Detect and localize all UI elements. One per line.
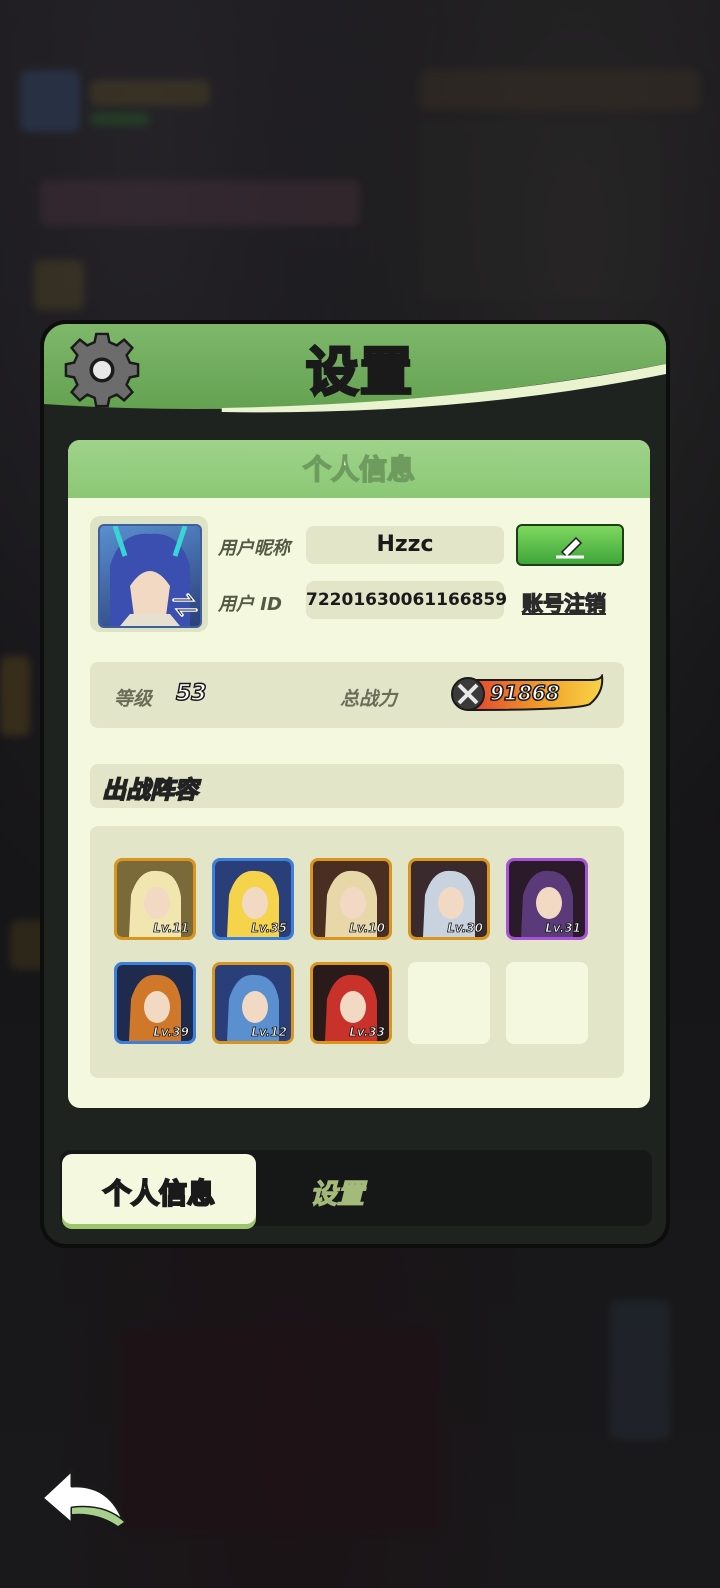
edit-nickname-button[interactable] [516,524,624,566]
hero-slot[interactable]: Lv.30 [408,858,490,940]
team-section-title: 出战阵容 [101,775,199,805]
swap-icon[interactable] [170,590,200,620]
power-badge: 91868 [450,672,606,714]
pencil-icon [556,536,584,559]
profile-card: 个人信息 用户昵称 Hzzc 用户 ID 72201630061166859 账… [68,440,650,1108]
tab-settings[interactable]: 设置 [309,1172,364,1211]
panel-header: 设置 [44,324,666,424]
hero-slot[interactable]: Lv.12 [212,962,294,1044]
power-label: 总战力 [340,688,398,710]
hero-level: Lv.33 [349,1025,386,1040]
hero-level: Lv.35 [251,921,288,936]
settings-panel: 设置 个人信息 用户昵称 Hzzc 用户 ID 7220163006116685… [40,320,670,1248]
level-value: 53 [175,680,207,707]
power-value: 91868 [489,680,560,706]
tab-profile-label: 个人信息 [102,1176,216,1211]
tab-bar: 个人信息 设置 [60,1150,652,1226]
avatar-frame[interactable] [90,516,208,632]
hero-slot-empty[interactable] [408,962,490,1044]
crossed-swords-icon [451,677,485,711]
stats-bar: 等级 53 总战力 91868 [90,662,624,728]
id-label: 用户 ID [218,594,282,615]
hero-slot[interactable]: Lv.11 [114,858,196,940]
hero-slot[interactable]: Lv.10 [310,858,392,940]
hero-level: Lv.10 [349,921,386,936]
hero-slot-empty[interactable] [506,962,588,1044]
hero-slot[interactable]: Lv.35 [212,858,294,940]
gear-icon [64,332,140,408]
hero-level: Lv.11 [153,921,190,936]
tab-profile[interactable]: 个人信息 [62,1154,256,1224]
level-label: 等级 [114,688,153,710]
profile-card-header: 个人信息 [68,440,650,498]
cancel-account-link[interactable]: 账号注销 [521,588,606,618]
nickname-label: 用户昵称 [218,538,290,559]
hero-level: Lv.30 [447,921,484,936]
hero-level: Lv.31 [545,921,582,936]
hero-slot[interactable]: Lv.33 [310,962,392,1044]
hero-slot[interactable]: Lv.31 [506,858,588,940]
panel-title: 设置 [304,342,415,405]
hero-slot[interactable]: Lv.39 [114,962,196,1044]
hero-level: Lv.12 [251,1025,288,1040]
nickname-field: Hzzc [306,526,504,564]
user-id-field: 72201630061166859 [306,581,507,619]
hero-level: Lv.39 [153,1025,190,1040]
profile-card-title: 个人信息 [302,452,416,487]
back-arrow-icon[interactable] [38,1462,128,1532]
team-section-bar: 出战阵容 [90,764,624,808]
team-lineup: Lv.11 Lv.35 Lv.10 Lv.30 Lv.31 Lv.39 Lv.12 Lv.33 [90,826,624,1078]
